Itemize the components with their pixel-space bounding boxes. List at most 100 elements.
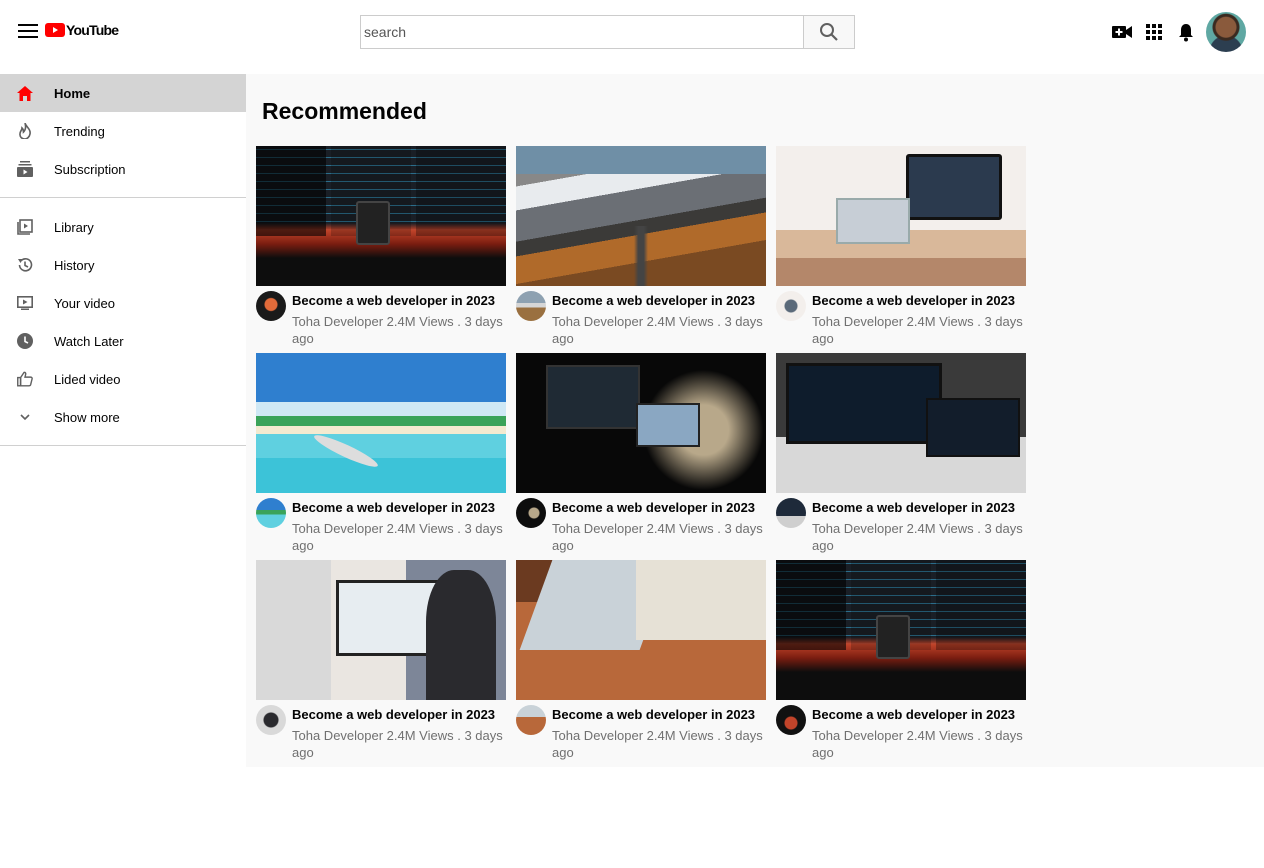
sidebar-item-label: Library: [54, 219, 94, 235]
video-thumbnail[interactable]: [516, 146, 766, 286]
sidebar-item-watch-later[interactable]: Watch Later: [0, 322, 246, 360]
sidebar-item-trending[interactable]: Trending: [0, 112, 246, 150]
search-button[interactable]: [803, 15, 855, 49]
sidebar-item-label: Show more: [54, 409, 120, 425]
home-icon: [17, 85, 33, 101]
video-thumbnail[interactable]: [776, 353, 1026, 493]
video-meta: Become a web developer in 2023 Toha Deve…: [256, 700, 506, 761]
video-title[interactable]: Become a web developer in 2023: [552, 705, 766, 725]
sidebar-item-subscription[interactable]: Subscription: [0, 150, 246, 188]
header-actions: [1106, 12, 1246, 52]
history-icon: [17, 257, 33, 273]
sidebar-item-label: Lided video: [54, 371, 121, 387]
video-title[interactable]: Become a web developer in 2023: [812, 705, 1026, 725]
clock-icon: [17, 333, 33, 349]
video-title[interactable]: Become a web developer in 2023: [552, 498, 766, 518]
sidebar-item-label: Your video: [54, 295, 115, 311]
create-video-button[interactable]: [1106, 12, 1138, 52]
page-title: Recommended: [262, 98, 427, 124]
search-bar: [360, 15, 855, 49]
apps-button[interactable]: [1138, 12, 1170, 52]
video-card[interactable]: Become a web developer in 2023 Toha Deve…: [516, 560, 766, 767]
search-icon: [820, 23, 838, 41]
channel-avatar[interactable]: [256, 705, 286, 735]
chevron-down-icon: [17, 409, 33, 425]
video-grid: Become a web developer in 2023 Toha Deve…: [256, 146, 1026, 767]
video-thumbnail[interactable]: [516, 353, 766, 493]
channel-avatar[interactable]: [776, 705, 806, 735]
flame-icon: [17, 123, 33, 139]
bell-icon: [1179, 23, 1193, 41]
video-stats: Toha Developer 2.4M Views . 3 days ago: [292, 728, 503, 760]
video-meta: Become a web developer in 2023 Toha Deve…: [516, 493, 766, 554]
apps-grid-icon: [1146, 24, 1162, 40]
user-avatar[interactable]: [1206, 12, 1246, 52]
channel-avatar[interactable]: [516, 705, 546, 735]
video-camera-plus-icon: [1112, 26, 1132, 38]
channel-avatar[interactable]: [776, 291, 806, 321]
subscriptions-icon: [17, 161, 33, 177]
main-content: Recommended Become a web developer in 20…: [246, 74, 1264, 767]
video-card[interactable]: Become a web developer in 2023 Toha Deve…: [776, 353, 1026, 560]
sidebar-item-label: Subscription: [54, 161, 126, 177]
sidebar-item-label: History: [54, 257, 95, 273]
video-stats: Toha Developer 2.4M Views . 3 days ago: [292, 314, 503, 346]
channel-avatar[interactable]: [256, 498, 286, 528]
video-title[interactable]: Become a web developer in 2023: [812, 291, 1026, 311]
youtube-logo[interactable]: YouTube: [45, 22, 119, 38]
sidebar-item-library[interactable]: Library: [0, 208, 246, 246]
sidebar-item-show-more[interactable]: Show more: [0, 398, 246, 436]
video-thumbnail[interactable]: [776, 146, 1026, 286]
sidebar-item-label: Home: [54, 85, 91, 101]
channel-avatar[interactable]: [516, 291, 546, 321]
sidebar-item-label: Watch Later: [54, 333, 124, 349]
channel-avatar[interactable]: [516, 498, 546, 528]
video-thumbnail[interactable]: [256, 560, 506, 700]
video-stats: Toha Developer 2.4M Views . 3 days ago: [812, 314, 1023, 346]
thumbs-up-icon: [17, 371, 33, 387]
video-thumbnail[interactable]: [256, 146, 506, 286]
video-stats: Toha Developer 2.4M Views . 3 days ago: [552, 521, 763, 553]
video-title[interactable]: Become a web developer in 2023: [812, 498, 1026, 518]
channel-avatar[interactable]: [776, 498, 806, 528]
video-card[interactable]: Become a web developer in 2023 Toha Deve…: [516, 146, 766, 353]
video-card[interactable]: Become a web developer in 2023 Toha Deve…: [256, 353, 506, 560]
video-card[interactable]: Become a web developer in 2023 Toha Deve…: [516, 353, 766, 560]
video-stats: Toha Developer 2.4M Views . 3 days ago: [812, 728, 1023, 760]
video-title[interactable]: Become a web developer in 2023: [292, 291, 506, 311]
video-title[interactable]: Become a web developer in 2023: [292, 498, 506, 518]
video-thumbnail[interactable]: [516, 560, 766, 700]
sidebar-divider: [0, 445, 246, 446]
sidebar-item-liked-video[interactable]: Lided video: [0, 360, 246, 398]
video-card[interactable]: Become a web developer in 2023 Toha Deve…: [256, 146, 506, 353]
video-title[interactable]: Become a web developer in 2023: [292, 705, 506, 725]
sidebar-divider: [0, 197, 246, 198]
video-meta: Become a web developer in 2023 Toha Deve…: [776, 493, 1026, 554]
video-stats: Toha Developer 2.4M Views . 3 days ago: [552, 728, 763, 760]
video-title[interactable]: Become a web developer in 2023: [552, 291, 766, 311]
video-meta: Become a web developer in 2023 Toha Deve…: [516, 286, 766, 347]
video-meta: Become a web developer in 2023 Toha Deve…: [776, 286, 1026, 347]
sidebar-item-history[interactable]: History: [0, 246, 246, 284]
video-meta: Become a web developer in 2023 Toha Deve…: [516, 700, 766, 761]
search-input[interactable]: [360, 15, 803, 49]
top-header: YouTube: [0, 0, 1264, 64]
video-card[interactable]: Become a web developer in 2023 Toha Deve…: [776, 560, 1026, 767]
channel-avatar[interactable]: [256, 291, 286, 321]
video-thumbnail[interactable]: [776, 560, 1026, 700]
video-thumbnail[interactable]: [256, 353, 506, 493]
video-stats: Toha Developer 2.4M Views . 3 days ago: [292, 521, 503, 553]
sidebar-item-home[interactable]: Home: [0, 74, 246, 112]
video-card[interactable]: Become a web developer in 2023 Toha Deve…: [776, 146, 1026, 353]
your-video-icon: [17, 295, 33, 311]
sidebar: Home Trending Subscription Library Histo…: [0, 74, 246, 456]
notifications-button[interactable]: [1170, 12, 1202, 52]
sidebar-item-your-video[interactable]: Your video: [0, 284, 246, 322]
video-meta: Become a web developer in 2023 Toha Deve…: [256, 493, 506, 554]
video-card[interactable]: Become a web developer in 2023 Toha Deve…: [256, 560, 506, 767]
video-stats: Toha Developer 2.4M Views . 3 days ago: [552, 314, 763, 346]
hamburger-menu-icon[interactable]: [18, 24, 38, 40]
youtube-play-icon: [45, 23, 65, 37]
video-stats: Toha Developer 2.4M Views . 3 days ago: [812, 521, 1023, 553]
logo-text: YouTube: [66, 22, 119, 38]
